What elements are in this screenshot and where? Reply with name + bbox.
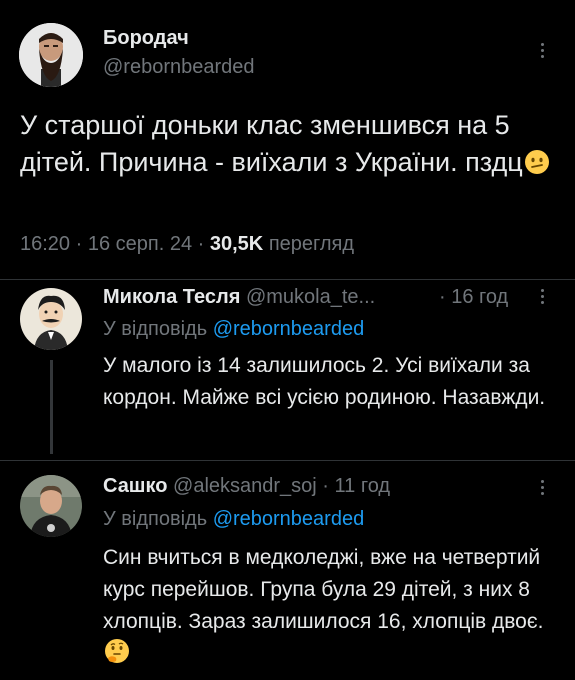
more-options-icon[interactable] (532, 38, 552, 62)
tweet-date[interactable]: 16 серп. 24 (88, 233, 192, 255)
separator: · (192, 233, 210, 255)
more-options-icon[interactable] (532, 475, 552, 499)
confused-face-emoji-icon (524, 148, 550, 174)
reply-to-handle[interactable]: @rebornbearded (213, 508, 365, 530)
reply-author-name[interactable]: Микола Тесля (103, 286, 240, 308)
tweet-text-content: У старшої доньки клас зменшився на 5 діт… (20, 110, 523, 177)
reply-to-label: У відповідь (103, 508, 208, 530)
reply-to-label: У відповідь (103, 318, 208, 340)
thinking-face-emoji-icon (104, 638, 130, 664)
views-count: 30,5K (209, 233, 264, 255)
reply-tweet[interactable]: Сашко @aleksandr_soj · 11 год У відповід… (0, 461, 575, 680)
more-options-icon[interactable] (532, 284, 552, 308)
reply-tweet[interactable]: Микола Тесля @mukola_te... · 16 год У ві… (0, 280, 575, 460)
reply-to-handle[interactable]: @rebornbearded (213, 318, 365, 340)
reply-time[interactable]: · 16 год (439, 286, 508, 309)
tweet-time[interactable]: 16:20 (20, 233, 70, 255)
reply-time[interactable]: · 11 год (322, 475, 390, 497)
reply-author-line: Сашко @aleksandr_soj · 11 год (103, 475, 390, 498)
views-label: перегляд (268, 233, 355, 255)
reply-to-line: У відповідь @rebornbearded (103, 508, 364, 531)
reply-to-line: У відповідь @rebornbearded (103, 318, 364, 341)
reply-author-line: Микола Тесля @mukola_te... (103, 286, 375, 309)
tweet-text: У старшої доньки клас зменшився на 5 діт… (20, 107, 560, 181)
reply-author-name[interactable]: Сашко (103, 475, 167, 497)
reply-author-handle[interactable]: @mukola_te... (246, 286, 375, 308)
tweet-meta: 16:20 · 16 серп. 24 · 30,5K перегляд (20, 233, 354, 256)
reply-text: Син вчиться в медколеджі, вже на четверт… (103, 542, 563, 670)
separator: · (70, 233, 88, 255)
author-avatar[interactable] (19, 23, 83, 87)
author-handle[interactable]: @rebornbearded (103, 56, 255, 79)
reply-text-content: Син вчиться в медколеджі, вже на четверт… (103, 546, 544, 633)
reply-avatar[interactable] (20, 288, 82, 350)
author-name[interactable]: Бородач (103, 27, 189, 50)
reply-text: У малого із 14 залишилось 2. Усі виїхали… (103, 354, 546, 409)
thread-line (50, 360, 53, 454)
reply-avatar[interactable] (20, 475, 82, 537)
main-tweet: Бородач @rebornbearded У старшої доньки … (0, 0, 575, 279)
reply-author-handle[interactable]: @aleksandr_soj (173, 475, 317, 497)
